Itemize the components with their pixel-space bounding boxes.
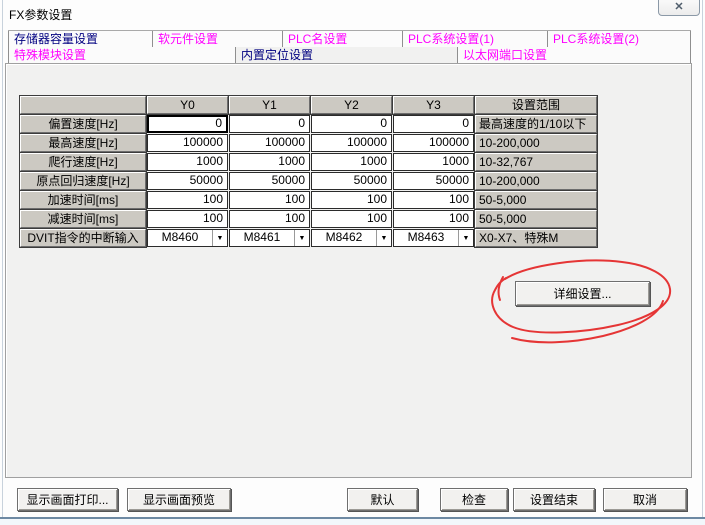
value-cell-max-speed-y3[interactable]: 100000 [393,134,474,152]
range-cell-bias-speed: 最高速度的1/10以下 [475,115,597,133]
combo-dvit-y2-value: M8462 [312,230,376,246]
combo-dvit-y2[interactable]: M8462 ▼ [311,229,392,247]
value-cell-bias-speed-y2[interactable]: 0 [311,115,392,133]
row-label-creep-speed: 爬行速度[Hz] [20,153,146,171]
row-label-max-speed: 最高速度[Hz] [20,134,146,152]
close-button[interactable]: ✕ [658,0,700,16]
range-cell-creep-speed: 10-32,767 [475,153,597,171]
value-cell-max-speed-y2[interactable]: 100000 [311,134,392,152]
tab-memory-capacity[interactable]: 存储器容量设置 [8,31,152,48]
range-cell-accel: 50-5,000 [475,191,597,209]
tab-ethernet-port[interactable]: 以太网端口设置 [457,47,691,64]
tab-device-settings[interactable]: 软元件设置 [152,31,282,48]
window-frame-left [2,0,3,517]
dropdown-arrow-icon: ▼ [294,230,309,246]
value-cell-max-speed-y1[interactable]: 100000 [229,134,310,152]
combo-dvit-y1[interactable]: M8461 ▼ [229,229,310,247]
range-cell-decel: 50-5,000 [475,210,597,228]
row-label-bias-speed: 偏置速度[Hz] [20,115,146,133]
window-frame-right [702,0,703,517]
column-header-empty [20,96,146,114]
cancel-button[interactable]: 取消 [603,488,687,511]
fx-parameter-dialog: FX参数设置 ✕ 存储器容量设置 软元件设置 PLC名设置 PLC系统设置(1)… [0,0,705,525]
dropdown-arrow-icon: ▼ [458,230,473,246]
column-header-y3: Y3 [393,96,474,114]
close-icon: ✕ [674,2,683,13]
value-cell-accel-y2[interactable]: 100 [311,191,392,209]
value-cell-creep-speed-y1[interactable]: 1000 [229,153,310,171]
positioning-table: Y0 Y1 Y2 Y3 设置范围 偏置速度[Hz] 0 0 0 0 最高速度的1… [20,96,597,247]
default-button[interactable]: 默认 [347,488,418,511]
tab-builtin-positioning[interactable]: 内置定位设置 [235,47,457,64]
display-screen-preview-button[interactable]: 显示画面预览 [127,488,231,511]
range-cell-zero-return: 10-200,000 [475,172,597,190]
value-cell-max-speed-y0[interactable]: 100000 [147,134,228,152]
combo-dvit-y3[interactable]: M8463 ▼ [393,229,474,247]
settings-finish-button[interactable]: 设置结束 [513,488,595,511]
window-title: FX参数设置 [9,6,72,23]
tab-row-1: 存储器容量设置 软元件设置 PLC名设置 PLC系统设置(1) PLC系统设置(… [8,30,691,47]
detail-settings-button[interactable]: 详细设置... [515,281,650,306]
dropdown-arrow-icon: ▼ [212,230,227,246]
value-cell-bias-speed-y0[interactable]: 0 [147,115,228,133]
value-cell-accel-y0[interactable]: 100 [147,191,228,209]
value-cell-decel-y1[interactable]: 100 [229,210,310,228]
column-header-range: 设置范围 [475,96,597,114]
value-cell-decel-y3[interactable]: 100 [393,210,474,228]
combo-dvit-y0-value: M8460 [148,230,212,246]
tab-plc-system-2[interactable]: PLC系统设置(2) [547,31,691,48]
value-cell-zero-return-y0[interactable]: 50000 [147,172,228,190]
value-cell-creep-speed-y0[interactable]: 1000 [147,153,228,171]
column-header-y0: Y0 [147,96,228,114]
range-cell-max-speed: 10-200,000 [475,134,597,152]
tab-special-module[interactable]: 特殊模块设置 [8,47,235,64]
row-label-zero-return-speed: 原点回归速度[Hz] [20,172,146,190]
value-cell-decel-y0[interactable]: 100 [147,210,228,228]
row-label-deceleration-time: 减速时间[ms] [20,210,146,228]
value-cell-bias-speed-y1[interactable]: 0 [229,115,310,133]
value-cell-zero-return-y2[interactable]: 50000 [311,172,392,190]
value-cell-zero-return-y3[interactable]: 50000 [393,172,474,190]
value-cell-decel-y2[interactable]: 100 [311,210,392,228]
combo-dvit-y0[interactable]: M8460 ▼ [147,229,228,247]
row-label-acceleration-time: 加速时间[ms] [20,191,146,209]
title-bar: FX参数设置 ✕ [0,0,705,28]
check-button[interactable]: 检查 [440,488,508,511]
value-cell-accel-y3[interactable]: 100 [393,191,474,209]
tab-plc-system-1[interactable]: PLC系统设置(1) [402,31,547,48]
combo-dvit-y3-value: M8463 [394,230,458,246]
window-frame-under [0,519,705,525]
row-label-dvit-interrupt-input: DVIT指令的中断输入 [20,229,146,247]
tab-plc-name[interactable]: PLC名设置 [282,31,402,48]
display-screen-print-button[interactable]: 显示画面打印... [17,488,118,511]
column-header-y1: Y1 [229,96,310,114]
value-cell-accel-y1[interactable]: 100 [229,191,310,209]
value-cell-creep-speed-y3[interactable]: 1000 [393,153,474,171]
dropdown-arrow-icon: ▼ [376,230,391,246]
value-cell-bias-speed-y3[interactable]: 0 [393,115,474,133]
range-cell-dvit: X0-X7、特殊M [475,229,597,247]
tab-row-2: 特殊模块设置 内置定位设置 以太网端口设置 [8,47,691,64]
value-cell-creep-speed-y2[interactable]: 1000 [311,153,392,171]
combo-dvit-y1-value: M8461 [230,230,294,246]
value-cell-zero-return-y1[interactable]: 50000 [229,172,310,190]
column-header-y2: Y2 [311,96,392,114]
